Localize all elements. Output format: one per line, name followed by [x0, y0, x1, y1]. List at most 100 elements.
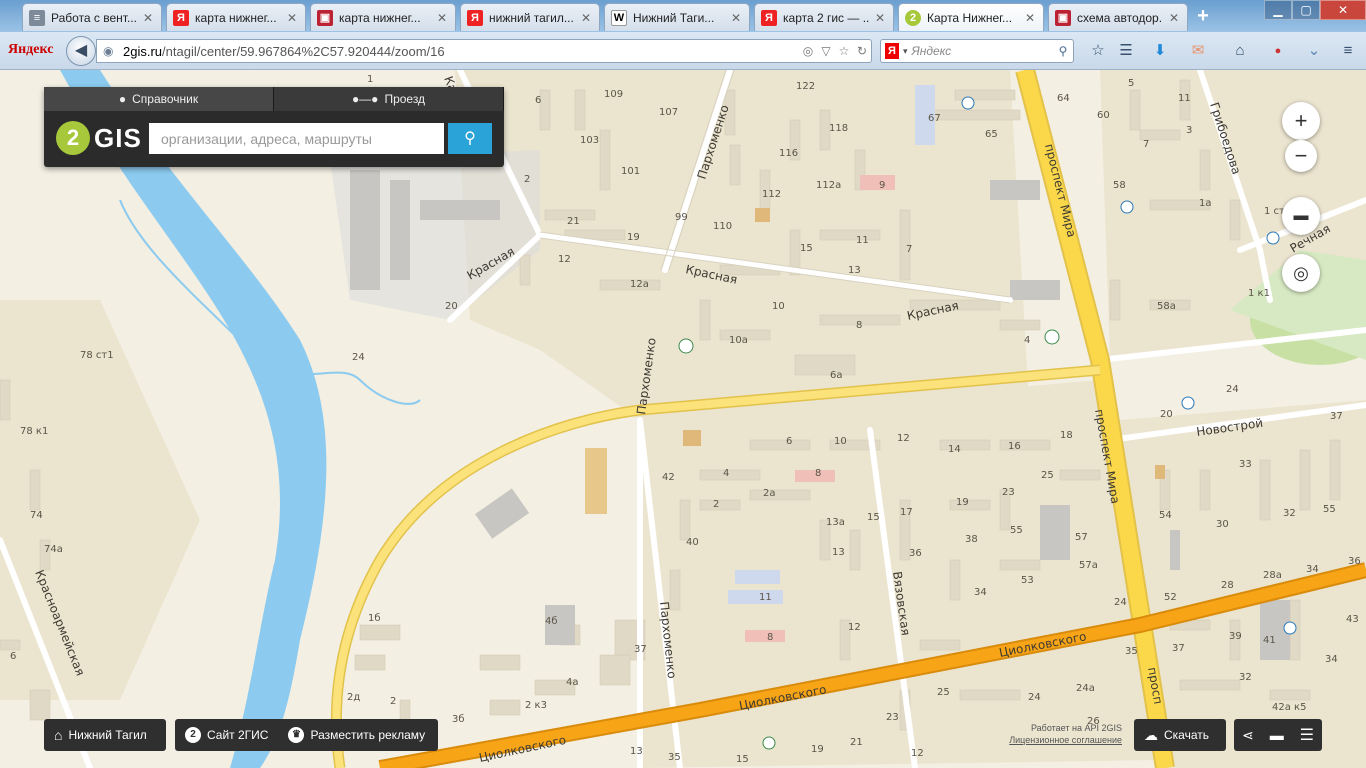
magnifier-icon[interactable]: ⚲: [1053, 44, 1073, 58]
house-number: 10: [834, 436, 847, 447]
mail-icon[interactable]: ✉: [1186, 40, 1210, 62]
close-icon[interactable]: ✕: [1167, 11, 1181, 25]
house-number: 6а: [830, 370, 843, 381]
ads-link[interactable]: ♛ Разместить рекламу: [278, 719, 435, 751]
close-icon[interactable]: ✕: [1023, 11, 1037, 25]
zoom-out-button[interactable]: −: [1285, 140, 1317, 172]
house-number: 1: [367, 74, 373, 85]
url-text[interactable]: 2gis.ru/ntagil/center/59.967864%2C57.920…: [123, 44, 799, 59]
house-number: 6: [10, 651, 16, 662]
house-number: 25: [937, 687, 950, 698]
window-controls: ▁ ▢ ✕: [1264, 0, 1366, 20]
house-number: 23: [1002, 487, 1015, 498]
house-number: 110: [713, 221, 732, 232]
house-number: 67: [928, 113, 941, 124]
api-text: Работает на API 2GIS: [1030, 723, 1122, 733]
close-icon[interactable]: ✕: [729, 11, 743, 25]
close-icon[interactable]: ✕: [141, 11, 155, 25]
tab-0[interactable]: ≡ Работа с вент... ✕: [22, 3, 162, 31]
tab-3[interactable]: Я нижний тагил... ✕: [460, 3, 600, 31]
zoom-in-button[interactable]: +: [1282, 102, 1320, 140]
dropdown-icon[interactable]: ▽: [817, 44, 835, 58]
minimize-button[interactable]: ▁: [1264, 0, 1292, 20]
tab-1[interactable]: Я карта нижнег... ✕: [166, 3, 306, 31]
house-number: 57а: [1079, 560, 1098, 571]
house-number: 2: [524, 174, 530, 185]
locate-icon: ◎: [1293, 263, 1309, 283]
new-tab-button[interactable]: +: [1190, 5, 1216, 27]
download-button[interactable]: ☁ Скачать: [1134, 719, 1226, 751]
search-engine-box[interactable]: Я ▾ Яндекс ⚲: [880, 39, 1074, 63]
feedback-icon[interactable]: ▬: [1270, 727, 1284, 743]
maximize-button[interactable]: ▢: [1292, 0, 1320, 20]
search-icon: ⚲: [464, 130, 476, 147]
house-number: 4а: [566, 677, 579, 688]
addon-icon[interactable]: ●: [1266, 40, 1290, 62]
crown-icon: ♛: [288, 727, 305, 743]
home-icon[interactable]: ⌂: [1228, 40, 1252, 62]
tab-route[interactable]: ●—● Проезд: [274, 87, 504, 111]
house-number: 65: [985, 129, 998, 140]
bookmark-star-icon[interactable]: ☆: [1086, 40, 1110, 62]
download-icon[interactable]: ⬇: [1148, 40, 1172, 62]
url-domain: 2gis.ru: [123, 43, 163, 59]
geolocation-button[interactable]: ◎: [1282, 254, 1320, 292]
ruler-button[interactable]: ▬: [1282, 197, 1320, 235]
yandex-icon: Я: [467, 9, 483, 26]
tab-2[interactable]: ▣ карта нижнег... ✕: [310, 3, 456, 31]
search-button[interactable]: ⚲: [448, 123, 492, 154]
house-number: 32: [1283, 508, 1296, 519]
chevron-down-icon[interactable]: ▾: [903, 46, 908, 57]
reader-icon[interactable]: ◎: [799, 44, 817, 58]
browser-window: ≡ Работа с вент... ✕ Я карта нижнег... ✕…: [0, 0, 1366, 768]
back-button[interactable]: ◀: [66, 36, 96, 66]
tab-strip: ≡ Работа с вент... ✕ Я карта нижнег... ✕…: [0, 0, 1366, 32]
house-number: 23: [886, 712, 899, 723]
house-number: 33: [1239, 459, 1252, 470]
license-link[interactable]: Лицензионное соглашение: [1006, 734, 1122, 746]
map-canvas[interactable]: Красная Красная Красная Пархоменко Пархо…: [0, 70, 1366, 768]
tab-4[interactable]: W Нижний Таги... ✕: [604, 3, 750, 31]
bookmarks-list-icon[interactable]: ☰: [1114, 40, 1138, 62]
house-number: 58а: [1157, 301, 1176, 312]
house-number: 19: [956, 497, 969, 508]
star-outline-icon[interactable]: ☆: [835, 44, 853, 58]
tab-7[interactable]: ▣ схема автодор... ✕: [1048, 3, 1188, 31]
house-number: 74а: [44, 544, 63, 555]
house-number: 53: [1021, 575, 1034, 586]
site-label: Сайт 2ГИС: [207, 728, 269, 742]
tab-6[interactable]: 2 Карта Нижнег... ✕: [898, 3, 1044, 31]
house-number: 43: [1346, 614, 1359, 625]
house-number: 8: [856, 320, 862, 331]
close-icon[interactable]: ✕: [873, 11, 887, 25]
address-bar[interactable]: ◉ 2gis.ru/ntagil/center/59.967864%2C57.9…: [96, 39, 872, 63]
menu-dropdown-icon[interactable]: ⌄: [1302, 40, 1326, 62]
close-icon[interactable]: ✕: [435, 11, 449, 25]
tab-5[interactable]: Я карта 2 гис — ... ✕: [754, 3, 894, 31]
house-number: 12а: [630, 279, 649, 290]
house-number: 4б: [545, 616, 558, 627]
menu-icon[interactable]: ☰: [1300, 725, 1314, 745]
close-icon[interactable]: ✕: [579, 11, 593, 25]
house-number: 39: [1229, 631, 1242, 642]
window-close-button[interactable]: ✕: [1320, 0, 1366, 20]
house-number: 2а: [763, 488, 776, 499]
reload-icon[interactable]: ↻: [853, 44, 871, 58]
search-engine-input[interactable]: Яндекс: [912, 44, 1053, 58]
house-number: 13а: [826, 517, 845, 528]
house-number: 109: [604, 89, 623, 100]
house-number: 11: [759, 592, 772, 603]
image-icon: ▣: [317, 9, 333, 26]
share-icon[interactable]: ⋖: [1242, 727, 1254, 744]
tab-directory[interactable]: ● Справочник: [44, 87, 274, 111]
house-number: 19: [811, 744, 824, 755]
tab-route-label: Проезд: [384, 92, 426, 106]
site-link[interactable]: 2 Сайт 2ГИС: [175, 719, 278, 751]
close-icon[interactable]: ✕: [285, 11, 299, 25]
route-icon: ●—●: [351, 92, 379, 106]
house-number: 1а: [1199, 198, 1212, 209]
firefox-menu-icon[interactable]: ≡: [1336, 40, 1360, 62]
search-input[interactable]: [149, 123, 444, 154]
house-number: 36: [1348, 556, 1361, 567]
city-button[interactable]: ⌂ Нижний Тагил: [44, 719, 166, 751]
